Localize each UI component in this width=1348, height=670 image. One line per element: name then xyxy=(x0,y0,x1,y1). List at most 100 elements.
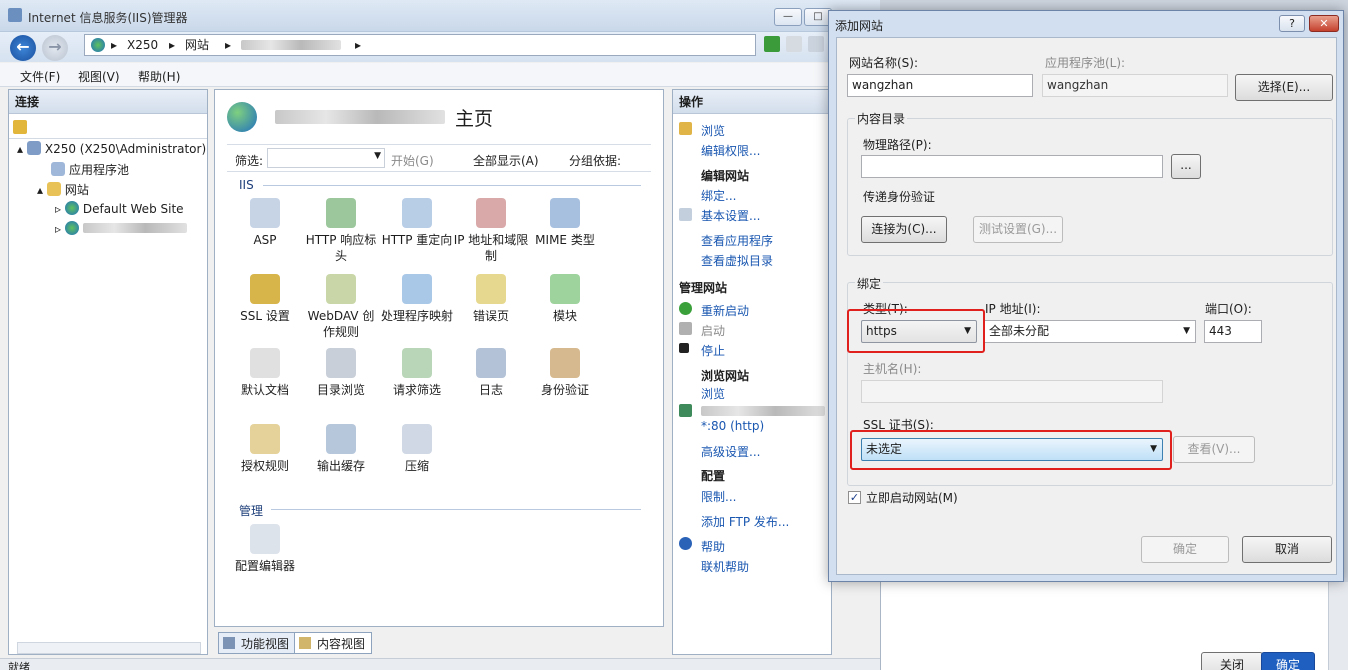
lock-icon xyxy=(250,274,280,304)
background-ok-button[interactable]: 确定 xyxy=(1261,652,1315,670)
feature-authorization-rules[interactable]: 授权规则 xyxy=(227,424,303,474)
globe-icon xyxy=(64,201,79,215)
action-start[interactable]: 启动 xyxy=(701,322,725,339)
ip-address-select[interactable]: 全部未分配 ▼ xyxy=(984,320,1196,343)
tree-default-site[interactable]: ▹ Default Web Site xyxy=(55,201,184,216)
close-icon[interactable]: ✕ xyxy=(1309,15,1339,32)
forward-icon[interactable]: → xyxy=(42,35,68,61)
background-scrollbar[interactable] xyxy=(1328,582,1348,670)
actions-panel: 操作 浏览 编辑权限... 编辑网站 绑定... 基本设置... 查看应用程序 … xyxy=(672,89,832,655)
feature-modules[interactable]: 模块 xyxy=(527,274,603,324)
start-icon xyxy=(679,322,692,335)
feature-handler-mappings[interactable]: 处理程序映射 xyxy=(379,274,455,324)
expand-icon[interactable]: ▹ xyxy=(55,222,61,236)
action-bindings[interactable]: 绑定... xyxy=(701,187,736,204)
show-all-button[interactable]: 全部显示(A) xyxy=(473,152,539,169)
browse-path-button[interactable]: ... xyxy=(1171,154,1201,179)
start-now-checkbox[interactable]: ✓ xyxy=(848,491,861,504)
feature-authentication[interactable]: 身份验证 xyxy=(527,348,603,398)
horizontal-scrollbar[interactable] xyxy=(17,642,201,654)
action-view-virtual-dirs[interactable]: 查看虚拟目录 xyxy=(701,252,773,269)
action-edit-permissions[interactable]: 编辑权限... xyxy=(701,142,760,159)
select-app-pool-button[interactable]: 选择(E)... xyxy=(1235,74,1333,101)
connect-as-button[interactable]: 连接为(C)... xyxy=(861,216,947,243)
action-limits[interactable]: 限制... xyxy=(701,488,736,505)
feature-error-pages[interactable]: 错误页 xyxy=(453,274,529,324)
background-close-button[interactable]: 关闭 xyxy=(1201,652,1263,670)
ok-button[interactable]: 确定 xyxy=(1141,536,1229,563)
refresh-icon[interactable] xyxy=(764,36,780,52)
test-settings-button[interactable]: 测试设置(G)... xyxy=(973,216,1063,243)
filter-label: 筛选: xyxy=(235,154,264,168)
feature-output-caching[interactable]: 输出缓存 xyxy=(303,424,379,474)
tab-content-view[interactable]: 内容视图 xyxy=(294,632,373,654)
port-label: 端口(O): xyxy=(1205,302,1252,316)
expand-icon[interactable]: ▹ xyxy=(55,202,61,216)
features-view-icon xyxy=(223,637,235,649)
view-tabs: 功能视图 内容视图 xyxy=(214,630,664,654)
action-view-applications[interactable]: 查看应用程序 xyxy=(701,232,773,249)
action-browse[interactable]: 浏览 xyxy=(701,122,725,139)
feature-http-redirect[interactable]: HTTP 重定向 xyxy=(379,198,455,248)
collapse-icon[interactable]: ▴ xyxy=(17,142,23,156)
menu-help[interactable]: 帮助(H) xyxy=(138,68,180,85)
dropdown-arrow-icon: ▼ xyxy=(1183,326,1190,336)
feature-default-document[interactable]: 默认文档 xyxy=(227,348,303,398)
tree-app-pools[interactable]: 应用程序池 xyxy=(51,161,129,178)
site-name-input[interactable]: wangzhan xyxy=(847,74,1033,97)
action-advanced-settings[interactable]: 高级设置... xyxy=(701,443,760,460)
feature-asp[interactable]: ASP xyxy=(227,198,303,248)
tab-features-view[interactable]: 功能视图 xyxy=(218,632,297,654)
action-browse-port[interactable]: *:80 (http) xyxy=(701,419,764,433)
mime-icon xyxy=(550,198,580,228)
tree-server[interactable]: ▴ X250 (X250\Administrator) xyxy=(17,141,206,156)
feature-mime-types[interactable]: MIME 类型 xyxy=(527,198,603,248)
feature-ip-restrictions[interactable]: IP 地址和域限制 xyxy=(453,198,529,264)
filter-input[interactable]: ▼ xyxy=(267,148,385,168)
action-basic-settings[interactable]: 基本设置... xyxy=(701,207,760,224)
breadcrumb-sites[interactable]: 网站 xyxy=(185,35,209,55)
cancel-button[interactable]: 取消 xyxy=(1242,536,1332,563)
action-add-ftp[interactable]: 添加 FTP 发布... xyxy=(701,513,789,530)
feature-compression[interactable]: 压缩 xyxy=(379,424,455,474)
address-field[interactable]: ▸ X250 ▸ 网站 ▸ ▸ xyxy=(84,34,756,56)
menu-file[interactable]: 文件(F) xyxy=(20,68,60,85)
feature-webdav[interactable]: WebDAV 创作规则 xyxy=(303,274,379,340)
action-help[interactable]: 帮助 xyxy=(701,538,725,555)
action-stop[interactable]: 停止 xyxy=(701,342,725,359)
handler-icon xyxy=(402,274,432,304)
feature-logging[interactable]: 日志 xyxy=(453,348,529,398)
physical-path-input[interactable] xyxy=(861,155,1163,178)
tree-sites[interactable]: ▴ 网站 xyxy=(37,181,89,198)
action-online-help[interactable]: 联机帮助 xyxy=(701,558,749,575)
collapse-icon[interactable]: ▴ xyxy=(37,183,43,197)
feature-request-filtering[interactable]: 请求筛选 xyxy=(379,348,455,398)
cache-icon xyxy=(326,424,356,454)
highlight-type-annotation xyxy=(847,309,985,353)
feature-http-response-headers[interactable]: HTTP 响应标头 xyxy=(303,198,379,264)
group-by-label[interactable]: 分组依据: xyxy=(569,152,621,169)
minimize-button[interactable]: — xyxy=(774,8,802,26)
start-filter-button[interactable]: 开始(G) xyxy=(391,152,434,169)
request-filter-icon xyxy=(402,348,432,378)
browse-host-redacted[interactable] xyxy=(701,406,825,416)
action-restart[interactable]: 重新启动 xyxy=(701,302,749,319)
stop-icon xyxy=(679,343,689,353)
stop-icon[interactable] xyxy=(786,36,802,52)
feature-ssl-settings[interactable]: SSL 设置 xyxy=(227,274,303,324)
hostname-input xyxy=(861,380,1163,403)
port-input[interactable]: 443 xyxy=(1204,320,1262,343)
feature-config-editor[interactable]: 配置编辑器 xyxy=(227,524,303,574)
tree-site-selected[interactable]: ▹ xyxy=(55,221,187,236)
view-cert-button[interactable]: 查看(V)... xyxy=(1173,436,1255,463)
home-icon[interactable] xyxy=(808,36,824,52)
action-browse-site[interactable]: 浏览 xyxy=(701,385,725,402)
menu-view[interactable]: 视图(V) xyxy=(78,68,120,85)
breadcrumb-server[interactable]: X250 xyxy=(127,35,158,55)
back-icon[interactable]: ← xyxy=(10,35,36,61)
help-button[interactable]: ? xyxy=(1279,15,1305,32)
feature-directory-browsing[interactable]: 目录浏览 xyxy=(303,348,379,398)
connections-header: 连接 xyxy=(9,90,207,114)
connect-icon[interactable] xyxy=(13,120,27,134)
dialog-body: 网站名称(S): wangzhan 应用程序池(L): wangzhan 选择(… xyxy=(836,37,1337,575)
